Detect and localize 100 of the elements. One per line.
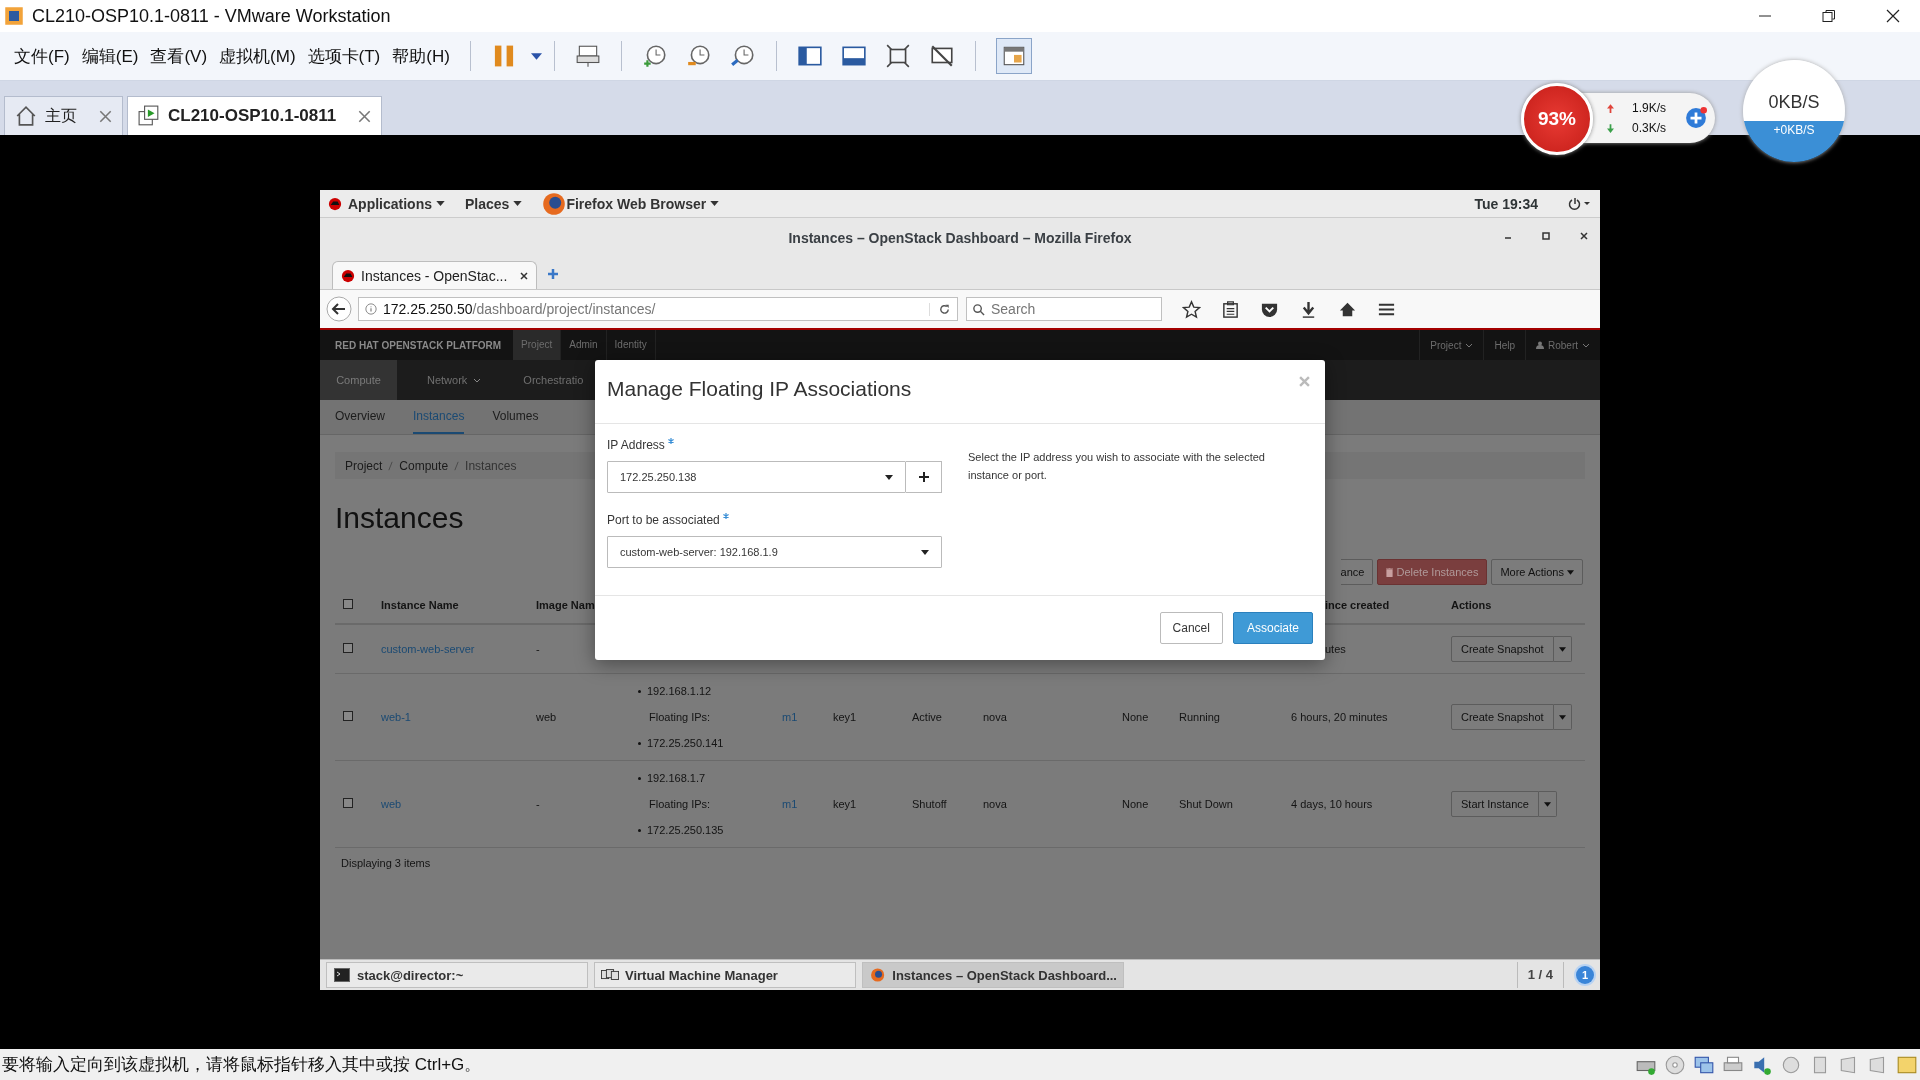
- back-icon[interactable]: [326, 296, 352, 322]
- tab-label: CL210-OSP10.1-0811: [168, 106, 337, 126]
- top-bar-menu[interactable]: Applications: [348, 195, 445, 212]
- unity-icon[interactable]: [995, 38, 1032, 74]
- restore-icon[interactable]: [1822, 9, 1836, 23]
- table-cell: 172.25.250.135: [647, 824, 724, 836]
- power-icon[interactable]: [1568, 196, 1592, 211]
- row-action-button[interactable]: Create Snapshot: [1451, 704, 1554, 730]
- table-cell: 192.168.1.7: [647, 772, 706, 784]
- search-field[interactable]: Search: [966, 297, 1162, 321]
- ip-select[interactable]: 172.25.250.138: [607, 461, 906, 493]
- help-text: Select the IP address you wish to associate with the selected instance or port.: [968, 450, 1266, 483]
- checkbox[interactable]: [343, 643, 353, 653]
- field-label: IP Address: [607, 438, 665, 452]
- section-tab[interactable]: Orchestratio: [493, 360, 596, 400]
- plus-icon: [918, 472, 929, 482]
- subnav-tab[interactable]: Volumes: [492, 400, 539, 434]
- vm-tab[interactable]: CL210-OSP10.1-0811: [127, 96, 383, 135]
- notification-badge[interactable]: 1: [1576, 966, 1594, 984]
- action-button[interactable]: ance: [1340, 559, 1374, 585]
- page-heading: Instances: [335, 500, 464, 536]
- row-action-button[interactable]: Create Snapshot: [1451, 636, 1554, 662]
- menu-item[interactable]: 帮助(H): [390, 44, 458, 68]
- workspace-indicator[interactable]: 1 / 4: [1516, 962, 1564, 988]
- close-icon[interactable]: [1886, 9, 1900, 23]
- add-button[interactable]: [906, 461, 942, 493]
- breadcrumb-link[interactable]: Compute: [399, 458, 449, 473]
- table-cell: 6 hours, 20 minutes: [1291, 711, 1388, 723]
- caret-icon: [1567, 569, 1574, 575]
- column-header: Instance Name: [381, 599, 459, 611]
- taskbar-item[interactable]: Virtual Machine Manager: [594, 962, 856, 988]
- required-icon: [722, 513, 729, 519]
- browser-tab[interactable]: Instances - OpenStac...: [332, 261, 537, 289]
- dialog-title: Manage Floating IP Associations: [607, 376, 912, 401]
- caret-icon: [1558, 646, 1566, 652]
- maximize-icon[interactable]: [1542, 232, 1550, 240]
- plus-icon[interactable]: [547, 268, 559, 280]
- item-count: Displaying 3 items: [340, 856, 432, 871]
- url-field[interactable]: 172.25.250.50/dashboard/project/instances/: [358, 297, 958, 321]
- taskbar-item[interactable]: stack@director:~: [326, 962, 588, 988]
- dropdown-toggle[interactable]: [1553, 636, 1572, 662]
- bullet-icon: [638, 689, 641, 693]
- checkbox[interactable]: [343, 798, 353, 808]
- close-icon[interactable]: [520, 271, 528, 280]
- keyboard-icon[interactable]: [574, 43, 601, 69]
- row-action-button[interactable]: Start Instance: [1451, 791, 1539, 817]
- top-nav-tab[interactable]: Project: [513, 330, 562, 360]
- section-tab[interactable]: Compute: [320, 360, 397, 400]
- close-icon[interactable]: [1580, 232, 1588, 240]
- taskbar-label: Instances – OpenStack Dashboard...: [892, 967, 1117, 983]
- table-cell: key1: [833, 711, 857, 723]
- arrow-up-icon: [1607, 103, 1614, 113]
- table-cell: Shutoff: [912, 798, 947, 810]
- clipboard-icon[interactable]: [1221, 299, 1240, 319]
- home-icon: [15, 105, 37, 127]
- clock-icon[interactable]: [729, 43, 756, 69]
- menu-item[interactable]: 文件(F): [12, 44, 78, 68]
- table-cell: nova: [983, 798, 1007, 810]
- plus-icon[interactable]: [1685, 107, 1707, 129]
- subnav-tab[interactable]: Overview: [335, 400, 385, 434]
- table-cell: None: [1122, 711, 1149, 723]
- menu-item[interactable]: 编辑(E): [79, 44, 147, 68]
- checkbox[interactable]: [343, 711, 353, 721]
- trash-icon: [1386, 567, 1394, 577]
- menu-item[interactable]: 查看(V): [148, 44, 216, 68]
- checkbox[interactable]: [343, 599, 353, 609]
- table-cell: nova: [983, 711, 1007, 723]
- dropdown-toggle[interactable]: [1538, 791, 1557, 817]
- taskbar-item[interactable]: Instances – OpenStack Dashboard...: [862, 962, 1124, 988]
- top-bar-menu[interactable]: Places: [465, 195, 523, 212]
- column-header: ince created: [1325, 599, 1390, 611]
- tab-label: 主页: [45, 105, 77, 126]
- table-cell: 192.168.1.12: [647, 685, 712, 697]
- cancel-button[interactable]: Cancel: [1159, 612, 1223, 644]
- no-display-icon[interactable]: [928, 43, 955, 69]
- table-cell: key1: [833, 798, 857, 810]
- caret-icon: [1543, 801, 1551, 807]
- star-icon[interactable]: [1182, 299, 1201, 319]
- breadcrumb-link[interactable]: Project: [345, 458, 383, 473]
- top-bar-menu[interactable]: Firefox Web Browser: [566, 195, 720, 212]
- associate-button[interactable]: Associate: [1232, 612, 1313, 644]
- taskbar-label: stack@director:~: [357, 967, 464, 983]
- vm-tab[interactable]: 主页: [4, 96, 123, 135]
- menu-item[interactable]: 选项卡(T): [305, 44, 389, 68]
- reload-icon[interactable]: [929, 302, 951, 316]
- port-select[interactable]: custom-web-server: 192.168.1.9: [607, 536, 942, 568]
- caret-icon[interactable]: [530, 52, 542, 60]
- globe-icon: [869, 968, 887, 982]
- dropdown-toggle[interactable]: [1553, 704, 1572, 730]
- caret-icon: [1582, 342, 1590, 348]
- table-cell: -: [536, 643, 540, 655]
- window-title: CL210-OSP10.1-0811 - VMware Workstation: [32, 5, 391, 27]
- fullscreen-icon[interactable]: [884, 43, 911, 69]
- menu-item[interactable]: 虚拟机(M): [217, 44, 304, 68]
- section-tab[interactable]: Network: [397, 360, 494, 400]
- more-actions-button[interactable]: More Actions: [1491, 559, 1583, 585]
- delete-button[interactable]: Delete Instances: [1377, 559, 1488, 585]
- speed-delta: +0KB/S: [1773, 122, 1815, 137]
- table-cell: -: [536, 798, 540, 810]
- clock-icon[interactable]: [641, 43, 668, 69]
